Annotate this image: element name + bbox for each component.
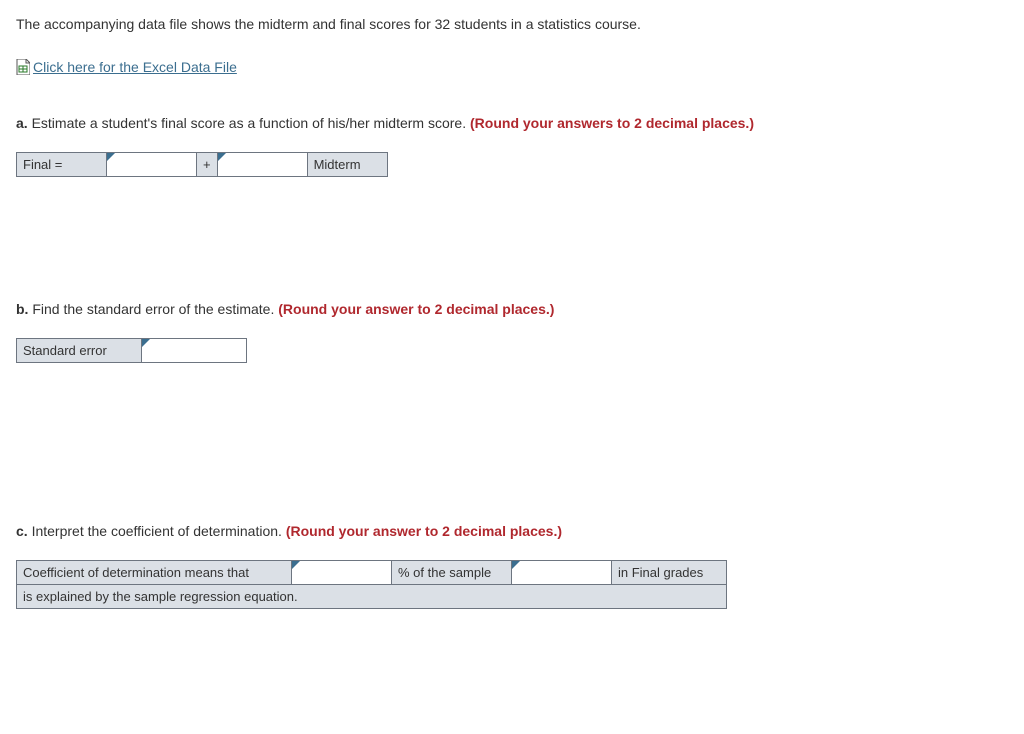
input-corner-icon bbox=[107, 153, 115, 161]
stderr-input[interactable] bbox=[142, 339, 246, 362]
question-c: c. Interpret the coefficient of determin… bbox=[16, 521, 1008, 609]
midterm-cell: Midterm bbox=[307, 153, 387, 177]
equation-table-a: Final = + Midterm bbox=[16, 152, 388, 177]
input-corner-icon bbox=[218, 153, 226, 161]
file-link-row: Click here for the Excel Data File bbox=[16, 59, 1008, 75]
label-c: c. bbox=[16, 523, 28, 539]
label-b: b. bbox=[16, 301, 28, 317]
prompt-a: Estimate a student's final score as a fu… bbox=[32, 115, 467, 131]
input-corner-icon bbox=[292, 561, 300, 569]
coeff-text4-cell: is explained by the sample regression eq… bbox=[17, 585, 727, 609]
label-a: a. bbox=[16, 115, 28, 131]
question-c-text: c. Interpret the coefficient of determin… bbox=[16, 521, 1008, 542]
prompt-b: Find the standard error of the estimate. bbox=[32, 301, 274, 317]
round-a: (Round your answers to 2 decimal places.… bbox=[470, 115, 754, 131]
stderr-label-cell: Standard error bbox=[17, 339, 142, 363]
question-a-text: a. Estimate a student's final score as a… bbox=[16, 113, 1008, 134]
question-a: a. Estimate a student's final score as a… bbox=[16, 113, 1008, 177]
variation-select-input[interactable] bbox=[512, 561, 611, 584]
input-corner-icon bbox=[512, 561, 520, 569]
coeff-table-c: Coefficient of determination means that … bbox=[16, 560, 727, 609]
slope-input[interactable] bbox=[218, 153, 307, 176]
excel-data-file-link[interactable]: Click here for the Excel Data File bbox=[33, 59, 237, 75]
coeff-text1-cell: Coefficient of determination means that bbox=[17, 561, 292, 585]
question-b: b. Find the standard error of the estima… bbox=[16, 299, 1008, 363]
prompt-c: Interpret the coefficient of determinati… bbox=[32, 523, 282, 539]
coeff-text3-cell: in Final grades bbox=[612, 561, 727, 585]
percent-input[interactable] bbox=[292, 561, 391, 584]
intro-text: The accompanying data file shows the mid… bbox=[16, 14, 1008, 35]
plus-cell: + bbox=[197, 153, 218, 177]
stderr-table-b: Standard error bbox=[16, 338, 247, 363]
spreadsheet-icon bbox=[16, 59, 30, 75]
final-equals-cell: Final = bbox=[17, 153, 107, 177]
intercept-input[interactable] bbox=[107, 153, 196, 176]
question-b-text: b. Find the standard error of the estima… bbox=[16, 299, 1008, 320]
round-c: (Round your answer to 2 decimal places.) bbox=[286, 523, 562, 539]
input-corner-icon bbox=[142, 339, 150, 347]
round-b: (Round your answer to 2 decimal places.) bbox=[278, 301, 554, 317]
coeff-text2-cell: % of the sample bbox=[392, 561, 512, 585]
